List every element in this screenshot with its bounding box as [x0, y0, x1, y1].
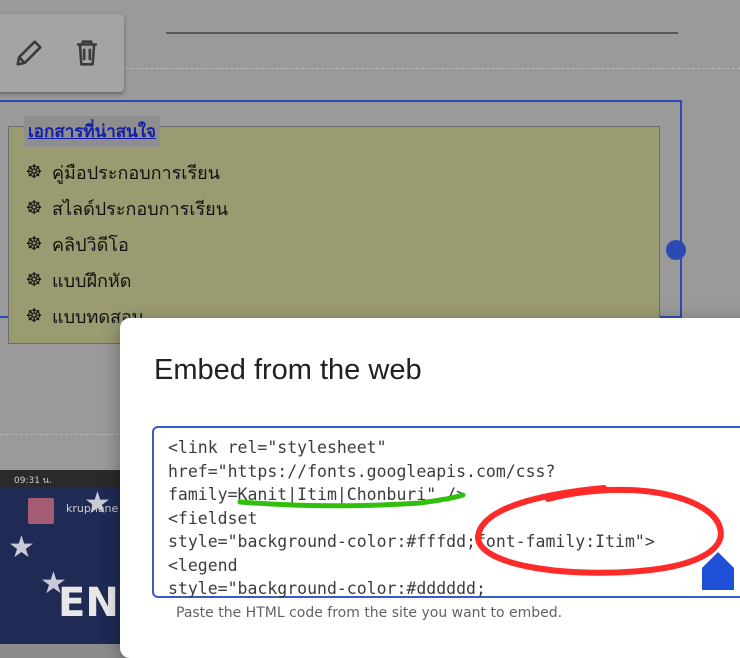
video-thumbnail[interactable]: 09:31 น. ★ ★ ★ kruphane EN [0, 470, 124, 644]
code-line: style="background-color:#fffdd;font-fami… [168, 532, 655, 551]
channel-name: kruphane [66, 502, 119, 515]
code-line: <link rel="stylesheet" [168, 438, 387, 457]
list-item[interactable]: ☸ แบบฝึกหัด [24, 262, 228, 298]
list-item-label: สไลด์ประกอบการเรียน [52, 198, 229, 220]
dharma-wheel-icon: ☸ [25, 161, 43, 183]
list-item[interactable]: ☸ สไลด์ประกอบการเรียน [24, 190, 228, 226]
trash-icon [77, 40, 97, 66]
block-toolbar [0, 14, 124, 92]
thumbnail-title: EN [58, 580, 119, 626]
dharma-wheel-icon: ☸ [25, 305, 43, 327]
list-item[interactable]: ☸ คู่มือประกอบการเรียน [24, 154, 228, 190]
dharma-wheel-icon: ☸ [25, 197, 43, 219]
embed-dialog: Embed from the web <link rel="stylesheet… [120, 318, 740, 658]
embed-code-text[interactable]: <link rel="stylesheet" href="https://fon… [168, 436, 655, 601]
delete-button[interactable] [70, 36, 104, 70]
section-rule [166, 32, 678, 34]
code-line: family=Kanit|Itim|Chonburi" /> [168, 485, 467, 504]
pencil-icon [16, 40, 42, 66]
avatar [28, 498, 54, 524]
dharma-wheel-icon: ☸ [25, 233, 43, 255]
documents-legend: เอกสารที่น่าสนใจ [24, 116, 160, 147]
resize-handle[interactable] [666, 240, 686, 260]
code-line: style="background-color:#dddddd; [168, 579, 486, 598]
list-item-label: คู่มือประกอบการเรียน [52, 162, 220, 184]
list-item[interactable]: ☸ คลิปวิดีโอ [24, 226, 228, 262]
documents-list: ☸ คู่มือประกอบการเรียน ☸ สไลด์ประกอบการเรี… [24, 154, 228, 334]
edit-button[interactable] [12, 36, 46, 70]
list-item-label: แบบฝึกหัด [52, 270, 132, 292]
thumbnail-time: 09:31 น. [14, 476, 52, 486]
code-line: href="https://fonts.googleapis.com/css? [168, 461, 556, 481]
code-line: <fieldset [168, 508, 258, 528]
dialog-title: Embed from the web [154, 354, 422, 386]
star-icon: ★ [8, 530, 35, 565]
dialog-hint: Paste the HTML code from the site you wa… [176, 605, 563, 621]
code-line: <legend [168, 555, 238, 575]
dharma-wheel-icon: ☸ [25, 269, 43, 291]
embed-code-input[interactable]: <link rel="stylesheet" href="https://fon… [152, 426, 740, 598]
list-item-label: คลิปวิดีโอ [52, 234, 129, 256]
